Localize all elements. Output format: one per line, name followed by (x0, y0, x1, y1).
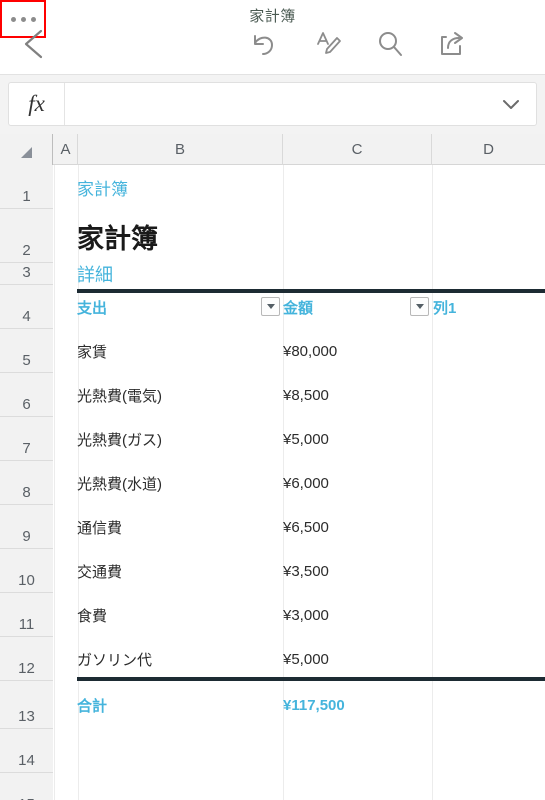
undo-button[interactable] (240, 24, 286, 64)
column-separator-d (432, 165, 433, 800)
row-header-3[interactable]: 3 (0, 263, 53, 285)
share-icon (441, 32, 463, 55)
chevron-down-icon (503, 100, 519, 109)
total-divider (77, 677, 545, 681)
column-header-b[interactable]: B (78, 134, 283, 165)
cell-c7-amount[interactable]: ¥5,000 (283, 417, 329, 461)
cell-c5-amount[interactable]: ¥80,000 (283, 329, 337, 373)
search-icon (379, 32, 402, 56)
row-header-1[interactable]: 1 (0, 165, 53, 209)
cell-c6-amount[interactable]: ¥8,500 (283, 373, 329, 417)
cell-b10-label[interactable]: 交通費 (77, 549, 122, 593)
row-header-7[interactable]: 7 (0, 417, 53, 461)
document-title: 家計簿 (249, 8, 296, 25)
row-header-11[interactable]: 11 (0, 593, 53, 637)
row-header-5[interactable]: 5 (0, 329, 53, 373)
cell-b2-title[interactable]: 家計簿 (77, 209, 158, 263)
cell-b12-label[interactable]: ガソリン代 (77, 637, 152, 681)
row-header-6[interactable]: 6 (0, 373, 53, 417)
cell-b11-label[interactable]: 食費 (77, 593, 107, 637)
row-header-2[interactable]: 2 (0, 209, 53, 263)
fx-icon: fx (9, 83, 65, 125)
cell-b3-section[interactable]: 詳細 (77, 263, 113, 285)
cell-b13-total-label[interactable]: 合計 (77, 683, 107, 727)
column-headers: A B C D (0, 134, 545, 165)
annotate-button[interactable] (305, 24, 351, 64)
formula-expand-button[interactable] (486, 83, 536, 125)
spreadsheet[interactable]: A B C D 1 2 3 4 5 6 7 8 9 10 11 12 13 14… (0, 134, 545, 800)
row-header-14[interactable]: 14 (0, 729, 53, 773)
row-header-4[interactable]: 4 (0, 285, 53, 329)
row-header-12[interactable]: 12 (0, 637, 53, 681)
cell-b8-label[interactable]: 光熱費(水道) (77, 461, 162, 505)
cell-b4-expense-header[interactable]: 支出 (77, 285, 107, 329)
filter-dropdown-expense[interactable] (261, 297, 280, 316)
cell-c10-amount[interactable]: ¥3,500 (283, 549, 329, 593)
cell-b9-label[interactable]: 通信費 (77, 505, 122, 549)
row-header-9[interactable]: 9 (0, 505, 53, 549)
cell-c4-amount-header[interactable]: 金額 (283, 285, 313, 329)
row-header-15[interactable]: 15 (0, 773, 53, 800)
select-all-triangle-icon (20, 147, 32, 158)
column-header-d[interactable]: D (432, 134, 545, 165)
cell-b5-label[interactable]: 家賃 (77, 329, 107, 373)
back-chevron-icon (24, 29, 43, 59)
formula-input[interactable] (65, 83, 486, 125)
formula-bar[interactable]: fx (8, 82, 537, 126)
share-button[interactable] (429, 24, 475, 64)
annotate-pen-icon (317, 32, 341, 54)
undo-icon (254, 35, 274, 55)
column-header-c[interactable]: C (283, 134, 432, 165)
row-header-8[interactable]: 8 (0, 461, 53, 505)
cell-b7-label[interactable]: 光熱費(ガス) (77, 417, 162, 461)
grid-body[interactable]: 家計簿 家計簿 詳細 支出 金額 列1 家賃 ¥80,000 光熱費(電気) ¥… (54, 165, 545, 800)
filter-dropdown-amount[interactable] (410, 297, 429, 316)
search-button[interactable] (367, 24, 413, 64)
cell-d4-column1-header[interactable]: 列1 (433, 285, 456, 329)
column-header-a[interactable]: A (54, 134, 78, 165)
back-button[interactable] (14, 22, 58, 66)
row-header-10[interactable]: 10 (0, 549, 53, 593)
cell-c12-amount[interactable]: ¥5,000 (283, 637, 329, 681)
cell-b1-subtitle[interactable]: 家計簿 (77, 165, 128, 209)
column-separator-a (54, 165, 55, 800)
row-headers: 1 2 3 4 5 6 7 8 9 10 11 12 13 14 15 (0, 165, 53, 800)
select-all-button[interactable] (0, 134, 53, 165)
cell-c8-amount[interactable]: ¥6,000 (283, 461, 329, 505)
cell-c13-total-amount[interactable]: ¥117,500 (283, 683, 345, 727)
chevron-down-icon (415, 304, 424, 309)
cell-c11-amount[interactable]: ¥3,000 (283, 593, 329, 637)
app-bar: 家計簿 (0, 0, 545, 75)
cell-c9-amount[interactable]: ¥6,500 (283, 505, 329, 549)
cell-b6-label[interactable]: 光熱費(電気) (77, 373, 162, 417)
chevron-down-icon (266, 304, 275, 309)
row-header-13[interactable]: 13 (0, 681, 53, 729)
formula-bar-area: fx (0, 75, 545, 134)
